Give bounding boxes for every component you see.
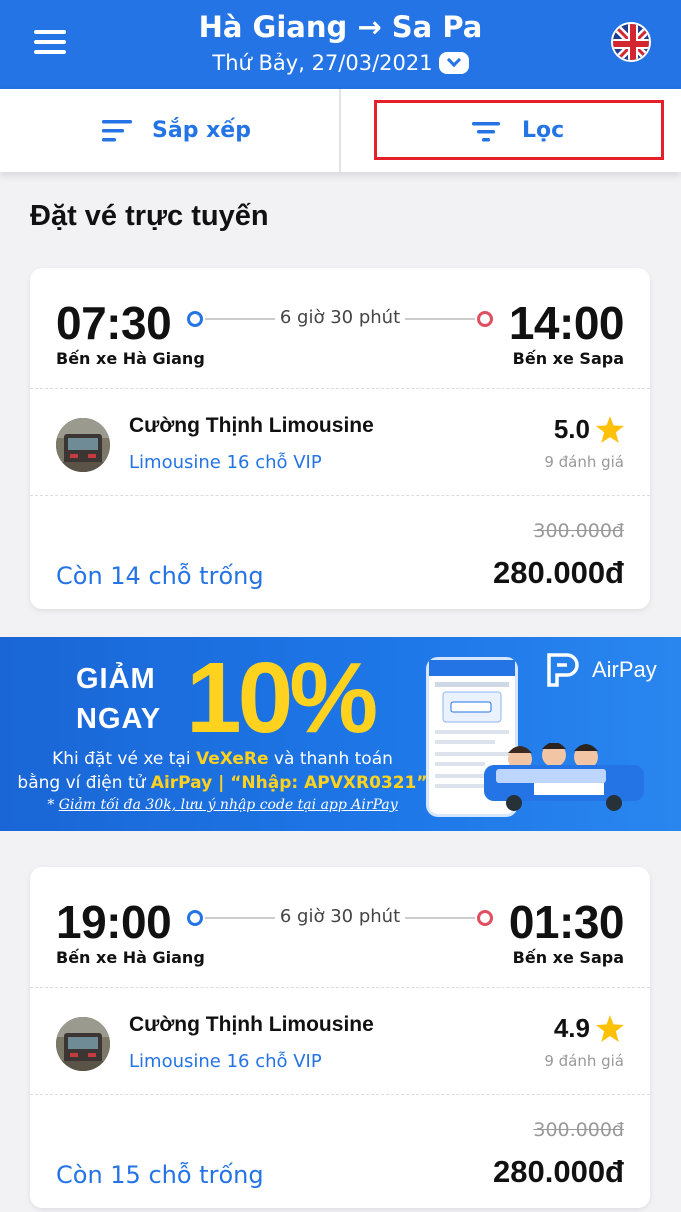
section-title: Đặt vé trực tuyến — [30, 200, 269, 232]
origin-city: Hà Giang — [198, 10, 348, 44]
sort-button[interactable]: Sắp xếp — [102, 89, 251, 172]
original-price: 300.000đ — [533, 520, 624, 542]
destination-city: Sa Pa — [391, 10, 483, 44]
travel-date: Thứ Bảy, 27/03/2021 — [212, 51, 433, 75]
route-line — [405, 917, 475, 919]
operator-avatar — [56, 1017, 110, 1071]
departure-station: Bến xe Hà Giang — [56, 948, 205, 967]
bus-type: Limousine 16 chỗ VIP — [129, 1051, 322, 1072]
trip-card[interactable]: 07:30 6 giờ 30 phút 14:00 Bến xe Hà Gian… — [30, 268, 650, 609]
route-line — [405, 318, 475, 320]
route-line — [205, 318, 275, 320]
banner-note: * Giảm tối đa 30k, lưu ý nhập code tại a… — [47, 797, 398, 813]
chevron-down-icon[interactable] — [438, 52, 469, 74]
departure-station: Bến xe Hà Giang — [56, 349, 205, 368]
departure-time: 07:30 — [56, 297, 172, 349]
departure-dot-icon — [187, 311, 203, 327]
card-divider — [30, 987, 650, 988]
seats-available: Còn 14 chỗ trống — [56, 562, 264, 590]
operator-name: Cường Thịnh Limousine — [129, 1013, 374, 1036]
route-title: Hà Giang → Sa Pa — [0, 10, 681, 44]
departure-time: 19:00 — [56, 896, 172, 948]
airpay-promo-banner[interactable]: GIẢM NGAY 10% Khi đặt vé xe tại VeXeRe v… — [0, 637, 681, 831]
banner-line-2: bằng ví điện tử AirPay | “Nhập: APVXR032… — [17, 773, 428, 793]
bus-type: Limousine 16 chỗ VIP — [129, 452, 322, 473]
review-count: 9 đánh giá — [544, 453, 624, 471]
sort-filter-bar: Sắp xếp Lọc — [0, 89, 681, 172]
card-divider — [30, 495, 650, 496]
seats-available: Còn 15 chỗ trống — [56, 1161, 264, 1189]
filter-label: Lọc — [522, 118, 565, 143]
toolbar-divider — [339, 89, 341, 172]
review-count: 9 đánh giá — [544, 1052, 624, 1070]
trip-duration: 6 giờ 30 phút — [279, 307, 401, 328]
ticket-price: 280.000đ — [493, 1154, 624, 1189]
rating-value: 5.0 — [553, 414, 590, 444]
operator-avatar — [56, 418, 110, 472]
route-line — [205, 917, 275, 919]
arrival-station: Bến xe Sapa — [512, 948, 624, 967]
arrival-station: Bến xe Sapa — [512, 349, 624, 368]
uk-flag-icon[interactable] — [611, 22, 651, 62]
star-icon — [596, 416, 624, 443]
ticket-price: 280.000đ — [493, 555, 624, 590]
rating-value: 4.9 — [553, 1013, 590, 1043]
arrival-time: 14:00 — [508, 297, 625, 349]
star-icon — [596, 1015, 624, 1042]
banner-giam: GIẢM — [76, 663, 156, 695]
card-divider — [30, 1094, 650, 1095]
arrival-dot-icon — [477, 910, 493, 926]
banner-discount: 10% — [186, 642, 378, 754]
sort-label: Sắp xếp — [152, 118, 251, 143]
trip-card[interactable]: 19:00 6 giờ 30 phút 01:30 Bến xe Hà Gian… — [30, 867, 650, 1208]
banner-ngay: NGAY — [76, 703, 162, 735]
arrival-time: 01:30 — [508, 896, 625, 948]
filter-button[interactable]: Lọc — [472, 89, 564, 172]
airpay-brand: AirPay — [592, 657, 657, 682]
vexere-van-illustration — [484, 743, 644, 811]
route-arrow-icon: → — [357, 10, 382, 44]
departure-dot-icon — [187, 910, 203, 926]
filter-icon — [472, 121, 500, 141]
operator-name: Cường Thịnh Limousine — [129, 414, 374, 437]
app-header: Hà Giang → Sa Pa Thứ Bảy, 27/03/2021 — [0, 0, 681, 89]
arrival-dot-icon — [477, 311, 493, 327]
rating: 4.9 — [554, 1013, 624, 1044]
original-price: 300.000đ — [533, 1119, 624, 1141]
trip-duration: 6 giờ 30 phút — [279, 906, 401, 927]
sort-icon — [102, 119, 132, 141]
banner-line-1: Khi đặt vé xe tại VeXeRe và thanh toán — [52, 749, 393, 769]
rating: 5.0 — [554, 414, 624, 445]
airpay-logo-icon — [547, 653, 579, 687]
date-selector[interactable]: Thứ Bảy, 27/03/2021 — [0, 51, 681, 75]
card-divider — [30, 388, 650, 389]
